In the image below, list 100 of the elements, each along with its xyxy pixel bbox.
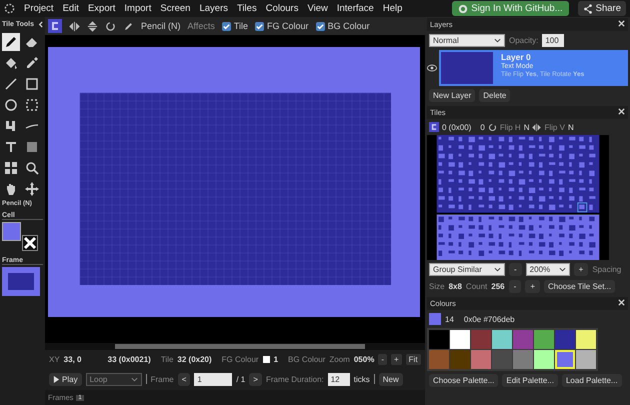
share-button[interactable]: Share: [578, 1, 626, 16]
menu-item[interactable]: Project: [24, 3, 54, 14]
flip-label: Flip H: [500, 122, 521, 132]
ticks-label: ticks: [354, 374, 370, 384]
colour-swatch[interactable]: [492, 330, 512, 349]
duration-input[interactable]: 12: [328, 372, 350, 386]
menu-item[interactable]: Screen: [160, 3, 190, 14]
flip-horizontal-icon[interactable]: [69, 20, 80, 32]
status-label: Tile: [160, 354, 174, 364]
count-increase-button[interactable]: +: [525, 280, 540, 293]
colour-swatch[interactable]: [513, 350, 533, 369]
checkbox[interactable]: [316, 22, 325, 30]
zoom-dropdown[interactable]: 200%: [526, 263, 570, 276]
palette-button[interactable]: Edit Palette...: [502, 374, 558, 387]
menu-item[interactable]: View: [307, 3, 328, 14]
zoom-button[interactable]: +: [390, 354, 402, 364]
github-icon: [458, 4, 468, 14]
character-icon: [429, 122, 439, 132]
zoom-out-button[interactable]: -: [509, 263, 522, 276]
eyedropper-icon: [24, 55, 40, 71]
move-arrows-icon: [24, 181, 40, 197]
blend-mode-dropdown[interactable]: Normal: [429, 34, 505, 47]
menu-item[interactable]: Tiles: [236, 3, 257, 14]
size-label: Size: [429, 282, 445, 291]
scrollbar-thumb[interactable]: [115, 344, 365, 349]
colour-swatch[interactable]: [471, 350, 491, 369]
checkbox[interactable]: [222, 22, 231, 30]
menu-item[interactable]: Export: [88, 3, 116, 14]
menu-item[interactable]: Layers: [199, 3, 228, 14]
colour-swatch[interactable]: [450, 330, 470, 349]
delete-layer-button[interactable]: Delete: [479, 89, 510, 102]
checkbox-label: BG Colour: [328, 21, 370, 31]
palette-button[interactable]: Load Palette...: [562, 374, 622, 387]
flip-vertical-icon[interactable]: [87, 20, 98, 32]
palette-button[interactable]: Choose Palette...: [429, 374, 498, 387]
pencil-icon: [123, 20, 134, 32]
foreground-swatch[interactable]: [2, 222, 21, 241]
frame-input[interactable]: 1: [194, 372, 232, 386]
eye-icon[interactable]: [427, 64, 437, 72]
colour-swatch[interactable]: [534, 330, 554, 349]
new-frame-button[interactable]: New: [378, 372, 403, 386]
colour-swatch[interactable]: [471, 330, 491, 349]
move-tool-button[interactable]: [23, 180, 41, 198]
zoom-button[interactable]: Fit: [406, 354, 421, 364]
letter-t-icon: [3, 139, 19, 155]
rotate-icon[interactable]: [488, 122, 497, 132]
menu-item[interactable]: Colours: [266, 3, 298, 14]
close-icon[interactable]: [618, 108, 625, 115]
frame-duration-label: Frame Duration:: [266, 374, 324, 384]
colour-hex: 0x0e #706deb: [464, 314, 515, 324]
menu-item[interactable]: Edit: [62, 3, 79, 14]
count-decrease-button[interactable]: -: [508, 280, 522, 293]
app-logo-icon[interactable]: [4, 3, 15, 14]
frame-thumbnail[interactable]: [2, 267, 40, 296]
status-label: XY: [49, 354, 60, 364]
caret-icon: [130, 376, 138, 382]
zoom-in-button[interactable]: +: [574, 263, 588, 276]
colour-swatch[interactable]: [429, 330, 449, 349]
menu-item[interactable]: Interface: [336, 3, 374, 14]
choose-tile-set-button[interactable]: Choose Tile Set...: [544, 280, 616, 293]
status-value: 33, 0: [64, 354, 82, 364]
colour-swatch[interactable]: [555, 350, 575, 369]
loop-dropdown[interactable]: Loop: [86, 372, 142, 386]
colour-swatch[interactable]: [429, 350, 449, 369]
colour-swatch[interactable]: [576, 350, 596, 369]
colour-swatch[interactable]: [513, 330, 533, 349]
next-frame-button[interactable]: >: [249, 372, 262, 386]
count-value: 256: [491, 282, 505, 291]
close-icon[interactable]: [618, 299, 625, 306]
colour-swatch[interactable]: [576, 330, 596, 349]
new-layer-button[interactable]: New Layer: [429, 89, 476, 102]
menu-item[interactable]: Help: [382, 3, 402, 14]
frame-total: / 1: [236, 374, 246, 384]
colour-swatch[interactable]: [534, 350, 554, 369]
checkbox[interactable]: [255, 22, 264, 30]
play-button[interactable]: Play: [49, 372, 82, 386]
opacity-input[interactable]: 100: [542, 34, 564, 47]
pencil-tool-button[interactable]: [2, 33, 20, 51]
colour-swatch[interactable]: [450, 350, 470, 369]
colour-swatch[interactable]: [555, 330, 575, 349]
sign-in-button[interactable]: Sign In With GitHub...: [452, 1, 569, 16]
close-icon[interactable]: [618, 20, 625, 27]
zoom-button[interactable]: -: [378, 354, 387, 364]
grid-tool-button[interactable]: [2, 159, 20, 177]
flip-value: N: [568, 122, 574, 132]
caret-icon: [494, 267, 501, 272]
group-dropdown[interactable]: Group Similar: [429, 263, 505, 276]
colour-swatch[interactable]: [492, 350, 512, 369]
tile-index: 0 (0x00): [442, 122, 472, 132]
menu-item[interactable]: Import: [124, 3, 152, 14]
previous-frame-button[interactable]: <: [178, 372, 190, 386]
collapse-icon[interactable]: [38, 21, 43, 28]
status-label: Zoom: [329, 354, 350, 364]
background-swatch-icon[interactable]: [22, 235, 38, 251]
character-icon[interactable]: [48, 19, 62, 33]
search-icon: [24, 160, 40, 176]
size-value: 8x8: [448, 282, 462, 291]
rotate-icon[interactable]: [105, 20, 116, 32]
flip-horizontal-icon[interactable]: [532, 122, 542, 132]
tileset-drawing[interactable]: [427, 135, 609, 260]
